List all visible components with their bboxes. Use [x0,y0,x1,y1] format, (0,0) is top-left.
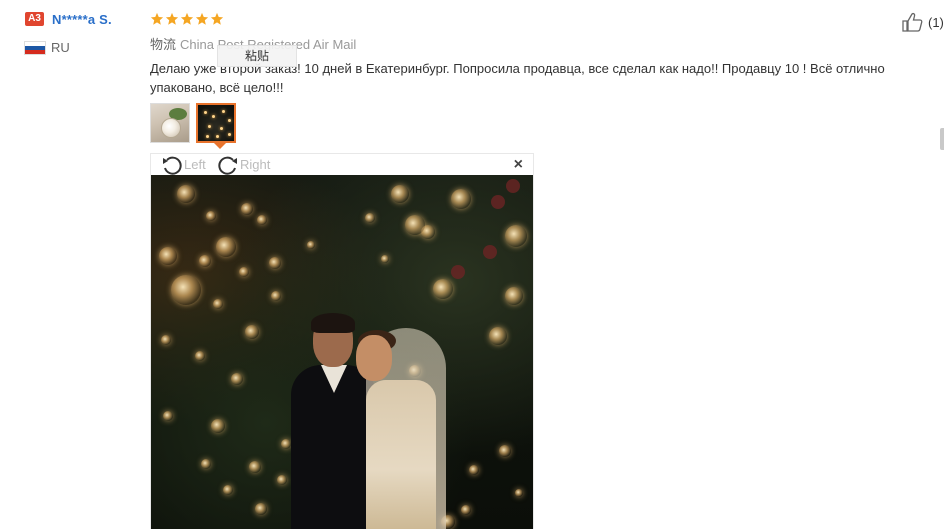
rotate-left-button[interactable]: Left [161,154,206,175]
hanging-light-orb [231,373,243,385]
hanging-light-orb [241,203,253,215]
hanging-light-orb [257,215,267,225]
review-thumbnails [150,103,236,143]
reviewer-country: RU [51,40,70,55]
light-dot [206,135,209,138]
hanging-light-orb [269,257,281,269]
hanging-light-orb [433,279,453,299]
star-icon [195,12,209,25]
hanging-light-orb [249,461,261,473]
glass-globe-shape [161,118,181,138]
hanging-light-orb [171,275,201,305]
reviewer-name-row: A3 N*****a S. [25,10,135,28]
flag-stripe-red [25,49,45,54]
reviewer-name[interactable]: N*****a S. [52,12,112,27]
light-dot [216,135,219,138]
bride-head [356,335,392,381]
red-flower-shape [451,265,465,279]
star-icon [165,12,179,25]
hanging-light-orb [161,335,171,345]
bride-dress [366,380,436,529]
hanging-light-orb [489,327,507,345]
red-flower-shape [491,195,505,209]
hanging-light-orb [163,411,173,421]
active-thumb-pointer [214,143,226,149]
light-dot [228,133,231,136]
photo-viewer: Left Right × [150,153,534,529]
rotate-right-label: Right [240,157,271,172]
red-flower-shape [506,179,520,193]
red-flower-shape [483,245,497,259]
hanging-light-orb [515,489,523,497]
hanging-light-orb [239,267,249,277]
hanging-light-orb [159,247,177,265]
review-body: 物流China Post Registered Air Mail Делаю у… [150,10,930,97]
review-photo-thumb-2[interactable] [196,103,236,143]
star-icon [180,12,194,25]
light-dot [204,111,207,114]
light-dot [208,125,211,128]
light-dot [220,127,223,130]
logistics-label: 物流 [150,37,177,52]
light-dot [212,115,215,118]
reviewer-country-row: RU [25,40,135,55]
hanging-light-orb [206,211,216,221]
star-rating [150,10,930,28]
hanging-light-orb [365,213,375,223]
hanging-light-orb [201,459,211,469]
paste-tooltip[interactable]: 粘贴 [217,45,297,67]
hanging-light-orb [199,255,211,267]
hanging-light-orb [213,299,223,309]
light-dot [228,119,231,122]
hanging-light-orb [451,189,471,209]
star-icon [210,12,224,25]
russia-flag-icon [25,41,45,54]
review-photo-thumb-1[interactable] [150,103,190,143]
hanging-light-orb [277,475,287,485]
reviewer-info: A3 N*****a S. RU [25,10,135,55]
viewer-toolbar: Left Right × [151,154,533,175]
hanging-light-orb [245,325,259,339]
hanging-light-orb [461,505,471,515]
thumbs-up-icon [902,12,923,32]
hanging-light-orb [195,351,205,361]
helpful-count: (1) [928,14,944,30]
buyer-level-badge: A3 [25,12,44,26]
bride-figure [346,320,456,529]
hanging-light-orb [271,291,281,301]
rotate-right-icon [218,156,237,175]
hanging-light-orb [281,439,291,449]
page-scrollbar-handle[interactable] [940,128,944,150]
hanging-light-orb [505,287,523,305]
star-icon [150,12,164,25]
hanging-light-orb [405,215,425,235]
hanging-light-orb [216,237,236,257]
close-viewer-button[interactable]: × [514,156,523,174]
rotate-left-icon [163,156,182,175]
helpful-button[interactable]: (1) [902,12,944,32]
hanging-light-orb [391,185,409,203]
hanging-light-orb [381,255,389,263]
hanging-light-orb [177,185,195,203]
hanging-light-orb [499,445,511,457]
rotate-left-label: Left [184,157,206,172]
rotate-right-button[interactable]: Right [217,154,270,175]
hanging-light-orb [255,503,267,515]
hanging-light-orb [223,485,233,495]
review-photo-large [151,175,533,529]
light-dot [222,110,225,113]
hanging-light-orb [505,225,527,247]
hanging-light-orb [211,419,225,433]
hanging-light-orb [307,241,315,249]
hanging-light-orb [469,465,479,475]
